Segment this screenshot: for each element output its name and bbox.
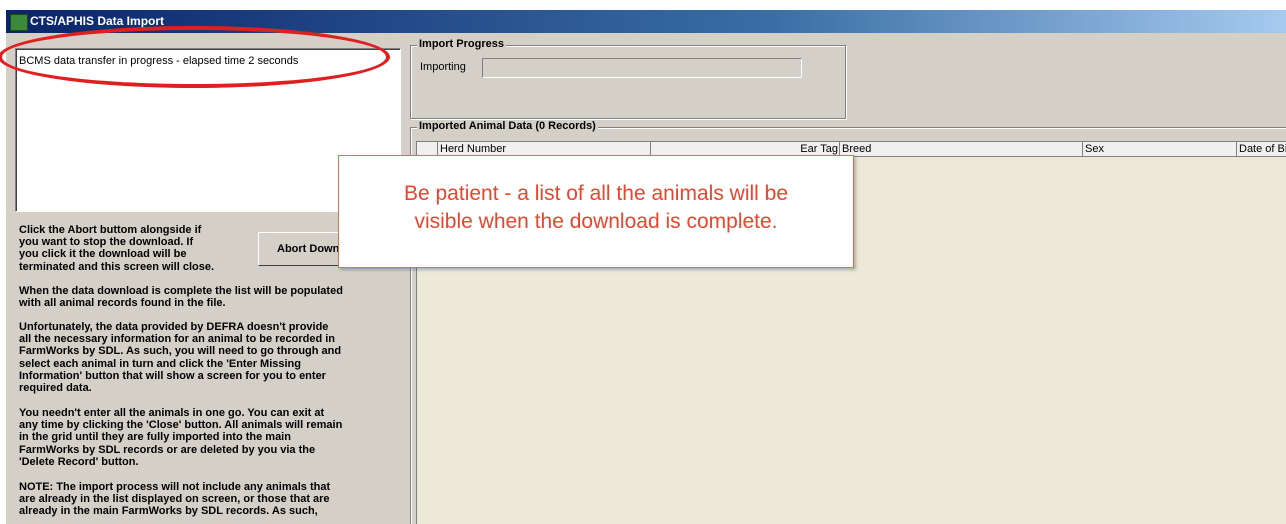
- callout-line: visible when the download is complete.: [414, 210, 778, 233]
- highlight-annotation: [0, 26, 390, 88]
- help-line: FarmWorks by SDL records or are deleted …: [19, 443, 316, 456]
- help-paragraph-3: Unfortunately, the data provided by DEFR…: [19, 321, 341, 394]
- importing-label: Importing: [420, 61, 466, 73]
- help-paragraph-2: When the data download is complete the l…: [19, 285, 343, 309]
- help-line: You needn't enter all the animals in one…: [19, 407, 325, 419]
- imported-animal-data-label: Imported Animal Data (0 Records): [417, 120, 598, 132]
- callout-annotation: Be patient - a list of all the animals w…: [338, 155, 854, 268]
- help-line: you want to stop the download. If: [19, 236, 194, 249]
- column-header-sex[interactable]: Sex: [1083, 142, 1237, 156]
- help-line: required data.: [19, 382, 92, 395]
- row-selector-header: [417, 142, 438, 156]
- app-icon: [10, 14, 28, 31]
- column-header-breed[interactable]: Breed: [840, 142, 1083, 156]
- callout-line: Be patient - a list of all the animals w…: [403, 182, 789, 205]
- help-line: any time by clicking the 'Close' button.…: [19, 419, 343, 432]
- help-line: Information' button that will show a scr…: [19, 369, 326, 382]
- help-line: you click it the download will be: [19, 248, 187, 261]
- help-paragraph-5: NOTE: The import process will not includ…: [19, 481, 330, 518]
- help-line: with all animal records found in the fil…: [19, 297, 226, 310]
- help-line: are already in the list displayed on scr…: [19, 493, 330, 506]
- help-line: Unfortunately, the data provided by DEFR…: [19, 321, 329, 333]
- column-header-herd-number[interactable]: Herd Number: [438, 142, 651, 156]
- help-line: all the necessary information for an ani…: [19, 333, 336, 346]
- help-paragraph-4: You needn't enter all the animals in one…: [19, 407, 342, 468]
- help-line: NOTE: The import process will not includ…: [19, 481, 331, 493]
- help-line: select each animal in turn and click the…: [19, 357, 301, 370]
- column-header-ear-tag[interactable]: Ear Tag: [651, 142, 840, 156]
- help-line: in the grid until they are fully importe…: [19, 431, 291, 444]
- help-line: 'Delete Record' button.: [19, 455, 139, 468]
- help-line: already in the main FarmWorks by SDL rec…: [19, 505, 318, 518]
- help-line: Click the Abort buttom alongside if: [19, 224, 202, 236]
- import-progress-group: Import Progress Importing: [410, 38, 846, 119]
- help-line: terminated and this screen will close.: [19, 260, 215, 273]
- column-header-date-of-birth[interactable]: Date of Birth: [1237, 142, 1286, 156]
- help-abort-text: Click the Abort buttom alongside if you …: [19, 224, 214, 273]
- import-progress-label: Import Progress: [417, 38, 506, 50]
- window-title: CTS/APHIS Data Import: [30, 14, 165, 28]
- import-progress-bar: [482, 58, 802, 78]
- help-line: FarmWorks by SDL. As such, you will need…: [19, 345, 342, 358]
- callout-text: Be patient - a list of all the animals w…: [339, 180, 853, 236]
- help-line: When the data download is complete the l…: [19, 285, 343, 297]
